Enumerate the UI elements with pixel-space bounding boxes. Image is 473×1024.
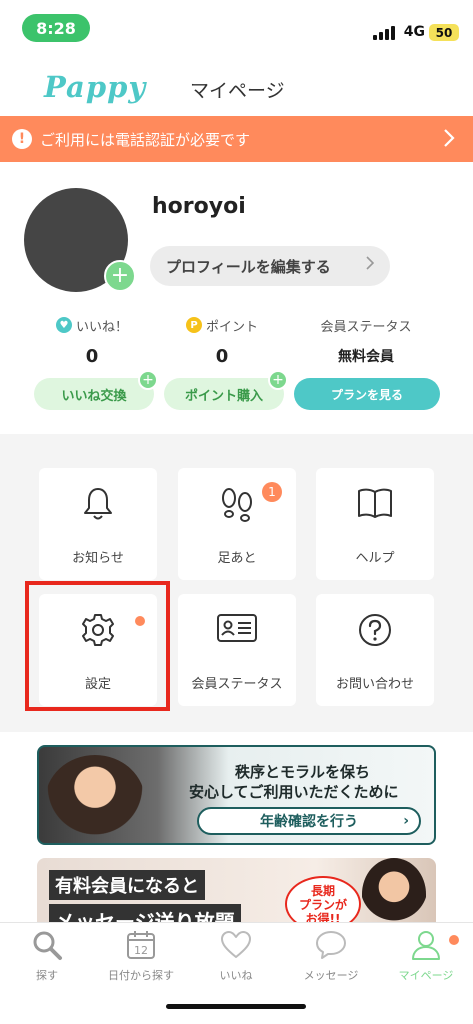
tab-messages[interactable]: メッセージ bbox=[284, 923, 378, 993]
sticker-line2: プランが bbox=[298, 898, 347, 912]
exclamation-icon: ! bbox=[12, 129, 32, 149]
settings-highlight bbox=[25, 581, 170, 711]
app-logo: Pappy bbox=[44, 70, 147, 104]
sticker-line1: 長期 bbox=[310, 884, 335, 898]
membership-value: 無料会員 bbox=[338, 349, 394, 365]
tab-label: メッセージ bbox=[303, 969, 359, 982]
tile-membership-status[interactable]: 会員ステータス bbox=[178, 594, 296, 706]
tab-search-by-date[interactable]: 12 日付から探す bbox=[94, 923, 188, 993]
points-stat: P ポイント 0 bbox=[152, 314, 292, 370]
signal-icon bbox=[373, 26, 395, 40]
unread-dot bbox=[449, 935, 459, 945]
username: horoyoi bbox=[152, 194, 246, 219]
view-plans-button[interactable]: プランを見る bbox=[294, 378, 440, 410]
tab-search[interactable]: 探す bbox=[0, 923, 94, 993]
tile-notifications[interactable]: お知らせ bbox=[39, 468, 157, 580]
tab-label: いいね bbox=[219, 969, 253, 982]
cta-label: 年齢確認を行う bbox=[260, 814, 358, 830]
home-indicator bbox=[166, 1004, 306, 1009]
plus-icon: + bbox=[138, 370, 158, 390]
likes-label: いいね！ bbox=[75, 319, 128, 335]
tile-label: 足あと bbox=[217, 551, 257, 566]
status-time: 8:28 bbox=[22, 14, 90, 42]
tab-likes[interactable]: いいね bbox=[189, 923, 283, 993]
age-verification-banner[interactable]: 秩序とモラルを保ち 安心してご利用いただくために 年齢確認を行う › bbox=[37, 745, 436, 845]
membership-stat: 会員ステータス 無料会員 bbox=[296, 314, 436, 370]
points-label: ポイント bbox=[205, 319, 258, 335]
chevron-right-icon bbox=[443, 128, 455, 153]
id-card-icon bbox=[217, 614, 257, 642]
age-verification-button[interactable]: 年齢確認を行う › bbox=[197, 807, 421, 835]
edit-profile-label: プロフィールを編集する bbox=[166, 257, 331, 276]
tab-label: 日付から探す bbox=[108, 969, 174, 982]
calendar-day: 12 bbox=[134, 944, 148, 957]
person-icon bbox=[412, 931, 440, 960]
tile-label: 会員ステータス bbox=[191, 677, 283, 692]
buy-points-button[interactable]: ポイント購入 bbox=[164, 378, 284, 410]
alert-text: ご利用には電話認証が必要です bbox=[40, 130, 251, 149]
premium-text-line1: 有料会員になると bbox=[49, 870, 205, 900]
tile-contact[interactable]: お問い合わせ bbox=[316, 594, 434, 706]
banner-text-line2: 安心してご利用いただくために bbox=[189, 783, 399, 801]
network-type: 4G bbox=[403, 24, 425, 40]
add-photo-icon[interactable]: + bbox=[104, 260, 136, 292]
chat-bubble-icon bbox=[316, 931, 346, 959]
points-count: 0 bbox=[215, 346, 229, 367]
points-icon: P bbox=[185, 317, 202, 333]
likes-count: 0 bbox=[85, 346, 99, 367]
likes-exchange-button[interactable]: いいね交換 bbox=[34, 378, 154, 410]
heart-icon: ♥ bbox=[55, 317, 72, 333]
tile-label: ヘルプ bbox=[355, 551, 395, 566]
chevron-right-icon: › bbox=[403, 813, 409, 829]
status-bar: 8:28 4G 50 bbox=[0, 0, 473, 60]
tile-label: お問い合わせ bbox=[335, 677, 414, 692]
banner-photo bbox=[45, 755, 145, 843]
plus-icon: + bbox=[268, 370, 288, 390]
tab-mypage[interactable]: マイページ bbox=[379, 923, 473, 993]
calendar-icon: 12 bbox=[127, 931, 155, 959]
question-icon bbox=[359, 614, 391, 646]
tile-label: お知らせ bbox=[72, 551, 124, 566]
tile-footprints[interactable]: 1 足あと bbox=[178, 468, 296, 580]
footprints-icon bbox=[222, 488, 252, 522]
book-icon bbox=[358, 488, 392, 518]
edit-profile-button[interactable]: プロフィールを編集する bbox=[150, 246, 390, 286]
search-icon bbox=[33, 931, 62, 960]
tab-label: 探す bbox=[36, 969, 58, 982]
tab-label: マイページ bbox=[398, 969, 454, 982]
banner-text-line1: 秩序とモラルを保ち bbox=[235, 763, 371, 781]
page-title: マイページ bbox=[190, 80, 285, 102]
app-header: Pappy マイページ bbox=[0, 60, 473, 116]
membership-label: 会員ステータス bbox=[320, 319, 412, 335]
battery-icon: 50 bbox=[429, 24, 459, 41]
tile-help[interactable]: ヘルプ bbox=[316, 468, 434, 580]
likes-stat: ♥ いいね！ 0 bbox=[22, 314, 162, 370]
chevron-right-icon bbox=[366, 255, 375, 274]
phone-verification-banner[interactable]: ! ご利用には電話認証が必要です bbox=[0, 116, 473, 162]
bell-icon bbox=[84, 488, 112, 520]
battery-level: 50 bbox=[435, 25, 453, 40]
heart-icon bbox=[221, 931, 251, 958]
premium-banner[interactable]: 有料会員になると メッセージ送り放題 長期 プランが お得!! bbox=[37, 858, 436, 930]
notification-badge: 1 bbox=[262, 482, 282, 502]
banner-photo bbox=[362, 858, 426, 930]
